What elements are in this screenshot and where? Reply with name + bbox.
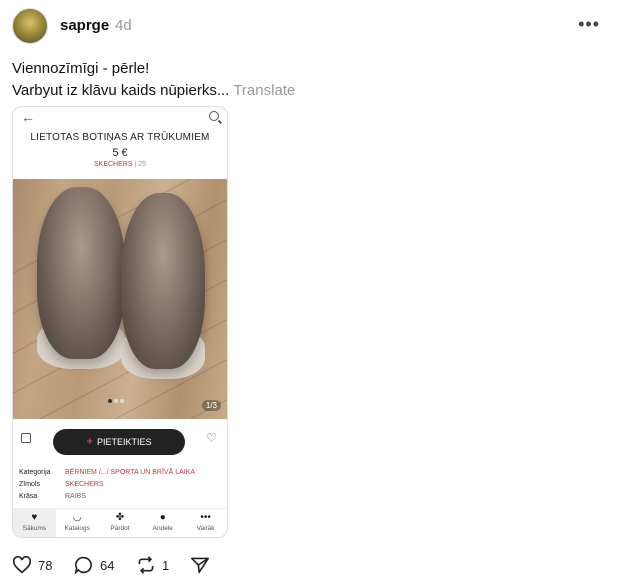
post-time: 4d (115, 17, 132, 34)
nav-label: Pārdot (110, 525, 130, 532)
avatar[interactable] (12, 8, 48, 44)
repost-icon (138, 556, 154, 574)
search-icon (209, 111, 219, 121)
nav-item-catalog[interactable]: ◡ Katalogs (56, 509, 99, 537)
repost-button[interactable]: 1 (136, 556, 169, 574)
nav-label: Vairāk (196, 525, 215, 532)
bottom-nav: ♥ Sākums ◡ Katalogs ✤ Pārdot ● Andele ••… (13, 508, 227, 537)
pagination-dot-active (108, 399, 112, 403)
send-icon (191, 557, 209, 574)
attribute-label: Kategorija (19, 469, 51, 476)
username[interactable]: saprge (60, 17, 109, 34)
nav-item-more[interactable]: ••• Vairāk (184, 509, 227, 537)
post-text-line-1: Viennozīmīgi - pērle! (12, 60, 150, 77)
photo-pagination (108, 390, 126, 408)
nav-item-sell[interactable]: ✤ Pārdot (99, 509, 142, 537)
attribute-label: Krāsa (19, 493, 38, 500)
apply-button[interactable]: + PIETEIKTIES (53, 429, 185, 455)
shoe-left (37, 187, 125, 359)
catalog-icon: ◡ (72, 512, 82, 523)
pagination-dot (114, 399, 118, 403)
home-heart-icon: ♥ (31, 512, 38, 523)
like-button[interactable]: 78 (12, 556, 52, 574)
comment-count: 64 (100, 557, 115, 573)
back-arrow-icon: ← (21, 109, 35, 125)
translate-link[interactable]: Translate (233, 82, 295, 99)
comment-button[interactable]: 64 (74, 556, 114, 574)
chat-bubble-icon: ● (159, 512, 166, 523)
heart-icon (12, 556, 32, 574)
attribute-value[interactable]: SKECHERS (65, 481, 104, 488)
nav-item-andele[interactable]: ● Andele (141, 509, 184, 537)
apply-button-label: PIETEIKTIES (96, 437, 152, 447)
listing-price: 5 € (112, 147, 128, 159)
listing-title: LIETOTAS BOTIŅAS AR TRŪKUMIEM (30, 132, 210, 143)
listing-actions: + PIETEIKTIES ♡ (13, 419, 227, 465)
sell-icon: ✤ (115, 512, 125, 523)
attribute-row: Krāsa RAIBS (13, 493, 227, 505)
nav-item-home[interactable]: ♥ Sākums (13, 509, 56, 537)
share-button[interactable] (190, 556, 210, 574)
nav-label: Katalogs (64, 525, 90, 532)
listing-header: ← LIETOTAS BOTIŅAS AR TRŪKUMIEM 5 € SKEC… (13, 107, 227, 179)
listing-brand: SKECHERS (93, 161, 133, 168)
more-options-button[interactable]: ••• (578, 14, 600, 35)
listing-screenshot[interactable]: ← LIETOTAS BOTIŅAS AR TRŪKUMIEM 5 € SKEC… (12, 106, 228, 538)
like-count: 78 (38, 557, 53, 573)
listing-size: 25 (138, 161, 147, 168)
photo-counter: 1/3 (201, 400, 221, 411)
attribute-label: Zīmols (19, 481, 40, 488)
share-icon[interactable] (21, 433, 31, 443)
more-dots-icon: ••• (200, 512, 211, 523)
attribute-row: Kategorija BĒRNIEM /.../ SPORTA UN BRĪVĀ… (13, 469, 227, 481)
attribute-value: RAIBS (65, 493, 87, 500)
shoe-right (121, 193, 205, 369)
nav-label: Andele (152, 525, 173, 532)
post-text-line-2: Varbyut iz klāvu kaids nūpierks... Transl… (12, 80, 295, 102)
post-text-line-2-content: Varbyut iz klāvu kaids nūpierks... (12, 82, 230, 99)
listing-attributes: Kategorija BĒRNIEM /.../ SPORTA UN BRĪVĀ… (13, 465, 227, 507)
nav-label: Sākums (22, 525, 47, 532)
post-header: saprge 4d ••• (12, 8, 608, 44)
comment-icon (74, 556, 92, 574)
pagination-dot (120, 399, 124, 403)
product-photo: 1/3 (13, 179, 227, 419)
attribute-value[interactable]: BĒRNIEM /.../ SPORTA UN BRĪVĀ LAIKA (65, 469, 195, 476)
post-text: Viennozīmīgi - pērle! Varbyut iz klāvu k… (12, 58, 295, 102)
favorite-heart-icon[interactable]: ♡ (206, 431, 217, 445)
attribute-row: Zīmols SKECHERS (13, 481, 227, 493)
repost-count: 1 (162, 557, 170, 573)
listing-meta: SKECHERS | 25 (13, 161, 227, 168)
plus-icon: + (86, 436, 93, 448)
